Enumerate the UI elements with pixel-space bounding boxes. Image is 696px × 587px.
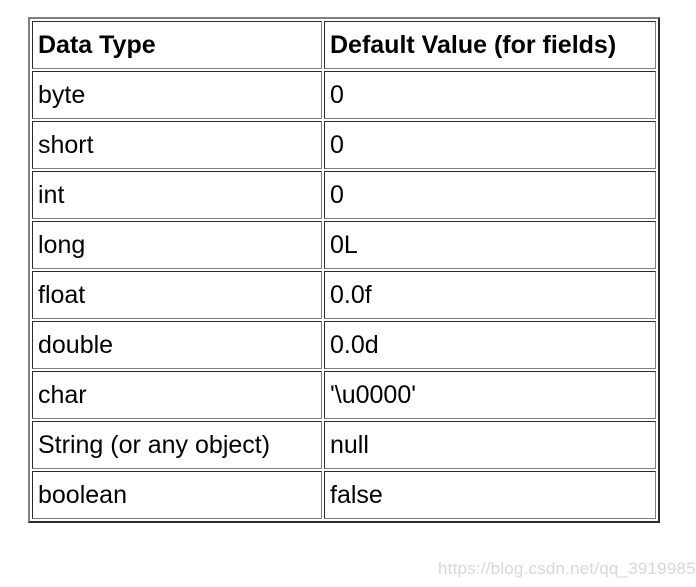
table-container: Data Type Default Value (for fields) byt… <box>28 17 660 523</box>
cell-default-value: 0.0d <box>324 321 656 369</box>
cell-default-value: null <box>324 421 656 469</box>
cell-data-type: byte <box>32 71 322 119</box>
cell-data-type: int <box>32 171 322 219</box>
cell-data-type: float <box>32 271 322 319</box>
cell-data-type: boolean <box>32 471 322 519</box>
page-root: Data Type Default Value (for fields) byt… <box>0 0 696 587</box>
table-row: short 0 <box>32 121 656 169</box>
cell-data-type: long <box>32 221 322 269</box>
table-body: byte 0 short 0 int 0 long 0L float 0.0f … <box>32 71 656 519</box>
table-row: char '\u0000' <box>32 371 656 419</box>
java-default-values-table: Data Type Default Value (for fields) byt… <box>28 17 660 523</box>
cell-default-value: 0 <box>324 171 656 219</box>
cell-default-value: false <box>324 471 656 519</box>
cell-data-type: short <box>32 121 322 169</box>
cell-default-value: '\u0000' <box>324 371 656 419</box>
table-row: double 0.0d <box>32 321 656 369</box>
watermark-text: https://blog.csdn.net/qq_39199850 <box>438 559 696 578</box>
cell-data-type: String (or any object) <box>32 421 322 469</box>
cell-default-value: 0.0f <box>324 271 656 319</box>
column-header-data-type: Data Type <box>32 21 322 69</box>
cell-data-type: char <box>32 371 322 419</box>
table-row: int 0 <box>32 171 656 219</box>
table-row: boolean false <box>32 471 656 519</box>
table-row: byte 0 <box>32 71 656 119</box>
cell-data-type: double <box>32 321 322 369</box>
cell-default-value: 0L <box>324 221 656 269</box>
table-row: float 0.0f <box>32 271 656 319</box>
cell-default-value: 0 <box>324 71 656 119</box>
table-row: String (or any object) null <box>32 421 656 469</box>
cell-default-value: 0 <box>324 121 656 169</box>
table-header: Data Type Default Value (for fields) <box>32 21 656 69</box>
column-header-default-value: Default Value (for fields) <box>324 21 656 69</box>
table-header-row: Data Type Default Value (for fields) <box>32 21 656 69</box>
table-row: long 0L <box>32 221 656 269</box>
